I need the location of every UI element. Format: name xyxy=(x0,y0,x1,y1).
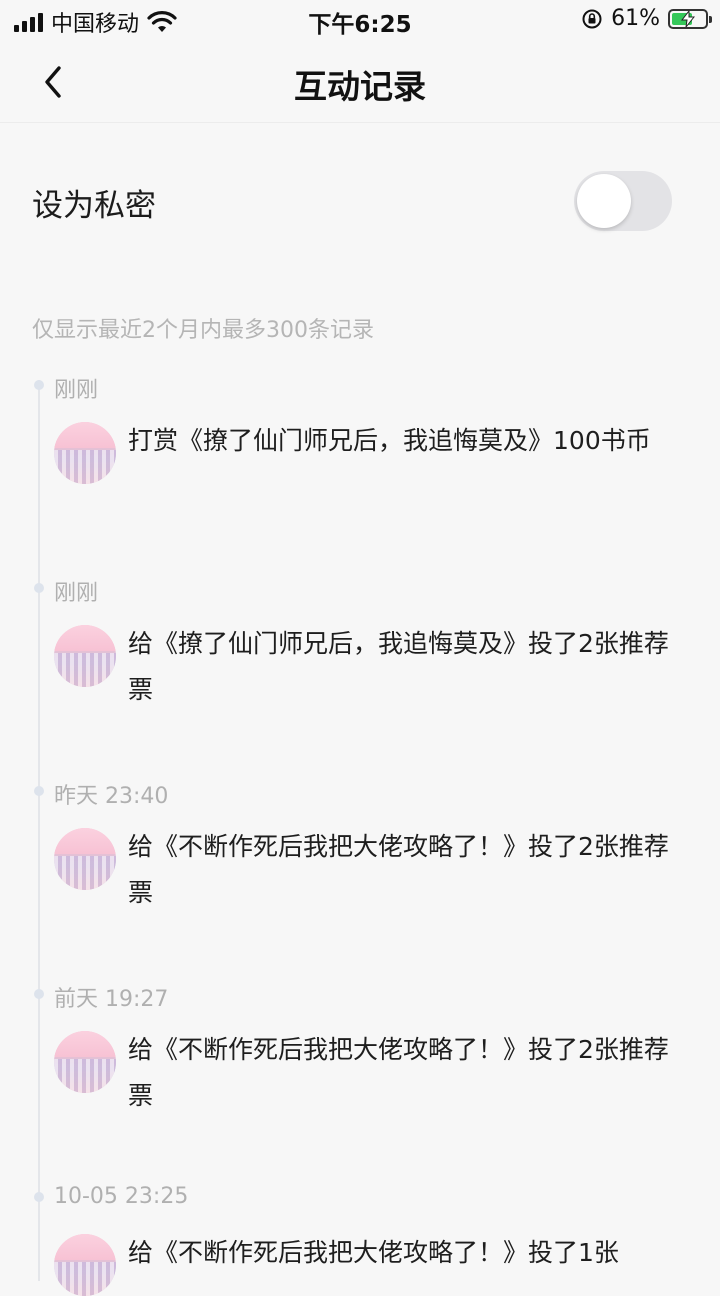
record-text: 给《不断作死后我把大佬攻略了！》投了2张推荐票 xyxy=(128,832,669,907)
record-text: 给《不断作死后我把大佬攻略了！》投了1张 xyxy=(128,1238,619,1267)
avatar xyxy=(54,828,116,890)
records-note: 仅显示最近2个月内最多300条记录 xyxy=(32,318,374,343)
avatar xyxy=(54,1234,116,1296)
charging-bolt-icon xyxy=(681,10,695,27)
record-text: 打赏《撩了仙门师兄后，我追悔莫及》100书币 xyxy=(128,426,651,455)
orientation-lock-icon xyxy=(582,9,602,28)
avatar xyxy=(54,625,116,687)
battery-icon xyxy=(668,8,712,29)
timeline-line xyxy=(38,380,40,1281)
record-time: 刚刚 xyxy=(54,581,99,606)
record-time: 10-05 23:25 xyxy=(54,1184,189,1209)
privacy-setting-row: 设为私密 xyxy=(0,122,720,282)
page-title: 互动记录 xyxy=(294,67,426,106)
status-bar: 中国移动 下午6:25 61% xyxy=(0,0,720,40)
timeline-dot xyxy=(34,1192,44,1202)
nav-bar: 互动记录 xyxy=(0,40,720,123)
record-text: 给《撩了仙门师兄后，我追悔莫及》投了2张推荐票 xyxy=(128,629,669,704)
timeline-dot xyxy=(34,380,44,390)
battery-percent: 61% xyxy=(611,6,660,31)
record-time: 刚刚 xyxy=(54,378,99,403)
record-time: 前天 19:27 xyxy=(54,987,169,1012)
record-text: 给《不断作死后我把大佬攻略了！》投了2张推荐票 xyxy=(128,1035,669,1110)
toggle-knob xyxy=(577,174,631,228)
timeline-dot xyxy=(34,786,44,796)
privacy-label: 设为私密 xyxy=(32,188,156,224)
avatar xyxy=(54,422,116,484)
avatar xyxy=(54,1031,116,1093)
timeline-dot xyxy=(34,583,44,593)
status-right: 61% xyxy=(581,6,712,31)
record-time: 昨天 23:40 xyxy=(54,784,169,809)
privacy-toggle[interactable] xyxy=(574,171,672,231)
timeline-dot xyxy=(34,989,44,999)
